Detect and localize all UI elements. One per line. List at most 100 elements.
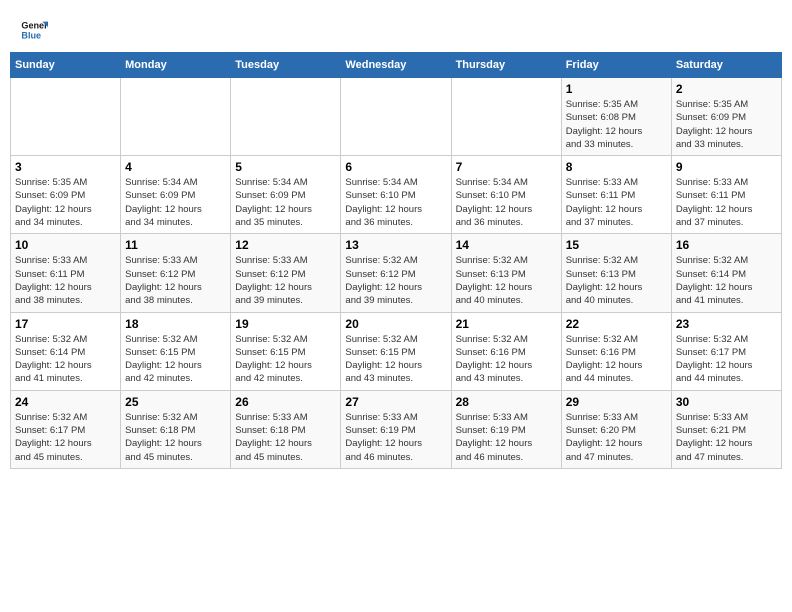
calendar-container: SundayMondayTuesdayWednesdayThursdayFrid… <box>0 52 792 479</box>
calendar-row: 10 Sunrise: 5:33 AM Sunset: 6:11 PM Dayli… <box>11 234 782 312</box>
day-number: 5 <box>235 160 336 174</box>
day-number: 18 <box>125 317 226 331</box>
day-number: 24 <box>15 395 116 409</box>
day-info: Sunrise: 5:33 AM Sunset: 6:19 PM Dayligh… <box>345 411 446 464</box>
calendar-cell: 7 Sunrise: 5:34 AM Sunset: 6:10 PM Daylig… <box>451 156 561 234</box>
weekday-header-saturday: Saturday <box>671 53 781 78</box>
day-info: Sunrise: 5:33 AM Sunset: 6:12 PM Dayligh… <box>125 254 226 307</box>
calendar-cell: 18Sunrise: 5:32 AM Sunset: 6:15 PM Dayli… <box>121 312 231 390</box>
weekday-header-monday: Monday <box>121 53 231 78</box>
calendar-cell: 6 Sunrise: 5:34 AM Sunset: 6:10 PM Daylig… <box>341 156 451 234</box>
calendar-cell: 26Sunrise: 5:33 AM Sunset: 6:18 PM Dayli… <box>231 390 341 468</box>
day-info: Sunrise: 5:35 AM Sunset: 6:09 PM Dayligh… <box>676 98 777 151</box>
weekday-header-sunday: Sunday <box>11 53 121 78</box>
day-number: 25 <box>125 395 226 409</box>
day-number: 10 <box>15 238 116 252</box>
day-number: 27 <box>345 395 446 409</box>
calendar-cell: 1Sunrise: 5:35 AM Sunset: 6:08 PM Daylig… <box>561 78 671 156</box>
day-info: Sunrise: 5:35 AM Sunset: 6:09 PM Dayligh… <box>15 176 116 229</box>
calendar-cell <box>451 78 561 156</box>
day-info: Sunrise: 5:32 AM Sunset: 6:15 PM Dayligh… <box>235 333 336 386</box>
day-info: Sunrise: 5:33 AM Sunset: 6:11 PM Dayligh… <box>15 254 116 307</box>
day-number: 22 <box>566 317 667 331</box>
calendar-cell: 10 Sunrise: 5:33 AM Sunset: 6:11 PM Dayli… <box>11 234 121 312</box>
day-info: Sunrise: 5:32 AM Sunset: 6:15 PM Dayligh… <box>345 333 446 386</box>
day-number: 6 <box>345 160 446 174</box>
calendar-cell: 9 Sunrise: 5:33 AM Sunset: 6:11 PM Daylig… <box>671 156 781 234</box>
calendar-row: 3 Sunrise: 5:35 AM Sunset: 6:09 PM Daylig… <box>11 156 782 234</box>
day-info: Sunrise: 5:33 AM Sunset: 6:12 PM Dayligh… <box>235 254 336 307</box>
day-info: Sunrise: 5:33 AM Sunset: 6:18 PM Dayligh… <box>235 411 336 464</box>
svg-text:Blue: Blue <box>21 30 41 40</box>
day-number: 29 <box>566 395 667 409</box>
calendar-cell: 24 Sunrise: 5:32 AM Sunset: 6:17 PM Dayli… <box>11 390 121 468</box>
day-number: 28 <box>456 395 557 409</box>
day-number: 3 <box>15 160 116 174</box>
day-number: 12 <box>235 238 336 252</box>
calendar-table: SundayMondayTuesdayWednesdayThursdayFrid… <box>10 52 782 469</box>
day-number: 21 <box>456 317 557 331</box>
calendar-cell: 14 Sunrise: 5:32 AM Sunset: 6:13 PM Dayli… <box>451 234 561 312</box>
calendar-cell: 13 Sunrise: 5:32 AM Sunset: 6:12 PM Dayli… <box>341 234 451 312</box>
calendar-cell: 12 Sunrise: 5:33 AM Sunset: 6:12 PM Dayli… <box>231 234 341 312</box>
calendar-cell <box>121 78 231 156</box>
weekday-header-friday: Friday <box>561 53 671 78</box>
calendar-cell: 23Sunrise: 5:32 AM Sunset: 6:17 PM Dayli… <box>671 312 781 390</box>
calendar-cell: 11 Sunrise: 5:33 AM Sunset: 6:12 PM Dayli… <box>121 234 231 312</box>
calendar-row: 24 Sunrise: 5:32 AM Sunset: 6:17 PM Dayli… <box>11 390 782 468</box>
day-info: Sunrise: 5:33 AM Sunset: 6:21 PM Dayligh… <box>676 411 777 464</box>
day-number: 11 <box>125 238 226 252</box>
day-number: 14 <box>456 238 557 252</box>
calendar-cell: 22 Sunrise: 5:32 AM Sunset: 6:16 PM Dayli… <box>561 312 671 390</box>
calendar-cell: 2 Sunrise: 5:35 AM Sunset: 6:09 PM Daylig… <box>671 78 781 156</box>
calendar-cell: 17Sunrise: 5:32 AM Sunset: 6:14 PM Dayli… <box>11 312 121 390</box>
day-info: Sunrise: 5:32 AM Sunset: 6:14 PM Dayligh… <box>15 333 116 386</box>
day-info: Sunrise: 5:32 AM Sunset: 6:17 PM Dayligh… <box>676 333 777 386</box>
calendar-cell: 16 Sunrise: 5:32 AM Sunset: 6:14 PM Dayli… <box>671 234 781 312</box>
day-info: Sunrise: 5:32 AM Sunset: 6:14 PM Dayligh… <box>676 254 777 307</box>
day-info: Sunrise: 5:32 AM Sunset: 6:16 PM Dayligh… <box>566 333 667 386</box>
calendar-row: 1Sunrise: 5:35 AM Sunset: 6:08 PM Daylig… <box>11 78 782 156</box>
calendar-row: 17Sunrise: 5:32 AM Sunset: 6:14 PM Dayli… <box>11 312 782 390</box>
day-number: 8 <box>566 160 667 174</box>
calendar-cell: 20 Sunrise: 5:32 AM Sunset: 6:15 PM Dayli… <box>341 312 451 390</box>
day-info: Sunrise: 5:32 AM Sunset: 6:13 PM Dayligh… <box>456 254 557 307</box>
calendar-cell <box>11 78 121 156</box>
calendar-cell: 25 Sunrise: 5:32 AM Sunset: 6:18 PM Dayli… <box>121 390 231 468</box>
day-number: 19 <box>235 317 336 331</box>
calendar-cell: 8Sunrise: 5:33 AM Sunset: 6:11 PM Daylig… <box>561 156 671 234</box>
day-info: Sunrise: 5:32 AM Sunset: 6:16 PM Dayligh… <box>456 333 557 386</box>
day-info: Sunrise: 5:32 AM Sunset: 6:13 PM Dayligh… <box>566 254 667 307</box>
calendar-cell: 5 Sunrise: 5:34 AM Sunset: 6:09 PM Daylig… <box>231 156 341 234</box>
day-number: 30 <box>676 395 777 409</box>
logo-icon: General Blue <box>20 16 48 44</box>
calendar-header: SundayMondayTuesdayWednesdayThursdayFrid… <box>11 53 782 78</box>
logo: General Blue <box>20 16 52 44</box>
day-info: Sunrise: 5:32 AM Sunset: 6:12 PM Dayligh… <box>345 254 446 307</box>
day-number: 9 <box>676 160 777 174</box>
calendar-cell: 29Sunrise: 5:33 AM Sunset: 6:20 PM Dayli… <box>561 390 671 468</box>
day-number: 16 <box>676 238 777 252</box>
day-info: Sunrise: 5:33 AM Sunset: 6:19 PM Dayligh… <box>456 411 557 464</box>
day-info: Sunrise: 5:34 AM Sunset: 6:10 PM Dayligh… <box>456 176 557 229</box>
day-number: 13 <box>345 238 446 252</box>
day-info: Sunrise: 5:33 AM Sunset: 6:11 PM Dayligh… <box>676 176 777 229</box>
day-info: Sunrise: 5:34 AM Sunset: 6:10 PM Dayligh… <box>345 176 446 229</box>
calendar-cell: 19 Sunrise: 5:32 AM Sunset: 6:15 PM Dayli… <box>231 312 341 390</box>
day-number: 7 <box>456 160 557 174</box>
calendar-cell <box>231 78 341 156</box>
weekday-header-wednesday: Wednesday <box>341 53 451 78</box>
calendar-cell: 27 Sunrise: 5:33 AM Sunset: 6:19 PM Dayli… <box>341 390 451 468</box>
calendar-cell <box>341 78 451 156</box>
day-number: 20 <box>345 317 446 331</box>
day-info: Sunrise: 5:34 AM Sunset: 6:09 PM Dayligh… <box>125 176 226 229</box>
day-info: Sunrise: 5:34 AM Sunset: 6:09 PM Dayligh… <box>235 176 336 229</box>
day-number: 2 <box>676 82 777 96</box>
weekday-header-tuesday: Tuesday <box>231 53 341 78</box>
day-info: Sunrise: 5:32 AM Sunset: 6:18 PM Dayligh… <box>125 411 226 464</box>
calendar-cell: 15Sunrise: 5:32 AM Sunset: 6:13 PM Dayli… <box>561 234 671 312</box>
calendar-cell: 3 Sunrise: 5:35 AM Sunset: 6:09 PM Daylig… <box>11 156 121 234</box>
day-info: Sunrise: 5:32 AM Sunset: 6:17 PM Dayligh… <box>15 411 116 464</box>
calendar-cell: 28 Sunrise: 5:33 AM Sunset: 6:19 PM Dayli… <box>451 390 561 468</box>
calendar-cell: 30 Sunrise: 5:33 AM Sunset: 6:21 PM Dayli… <box>671 390 781 468</box>
